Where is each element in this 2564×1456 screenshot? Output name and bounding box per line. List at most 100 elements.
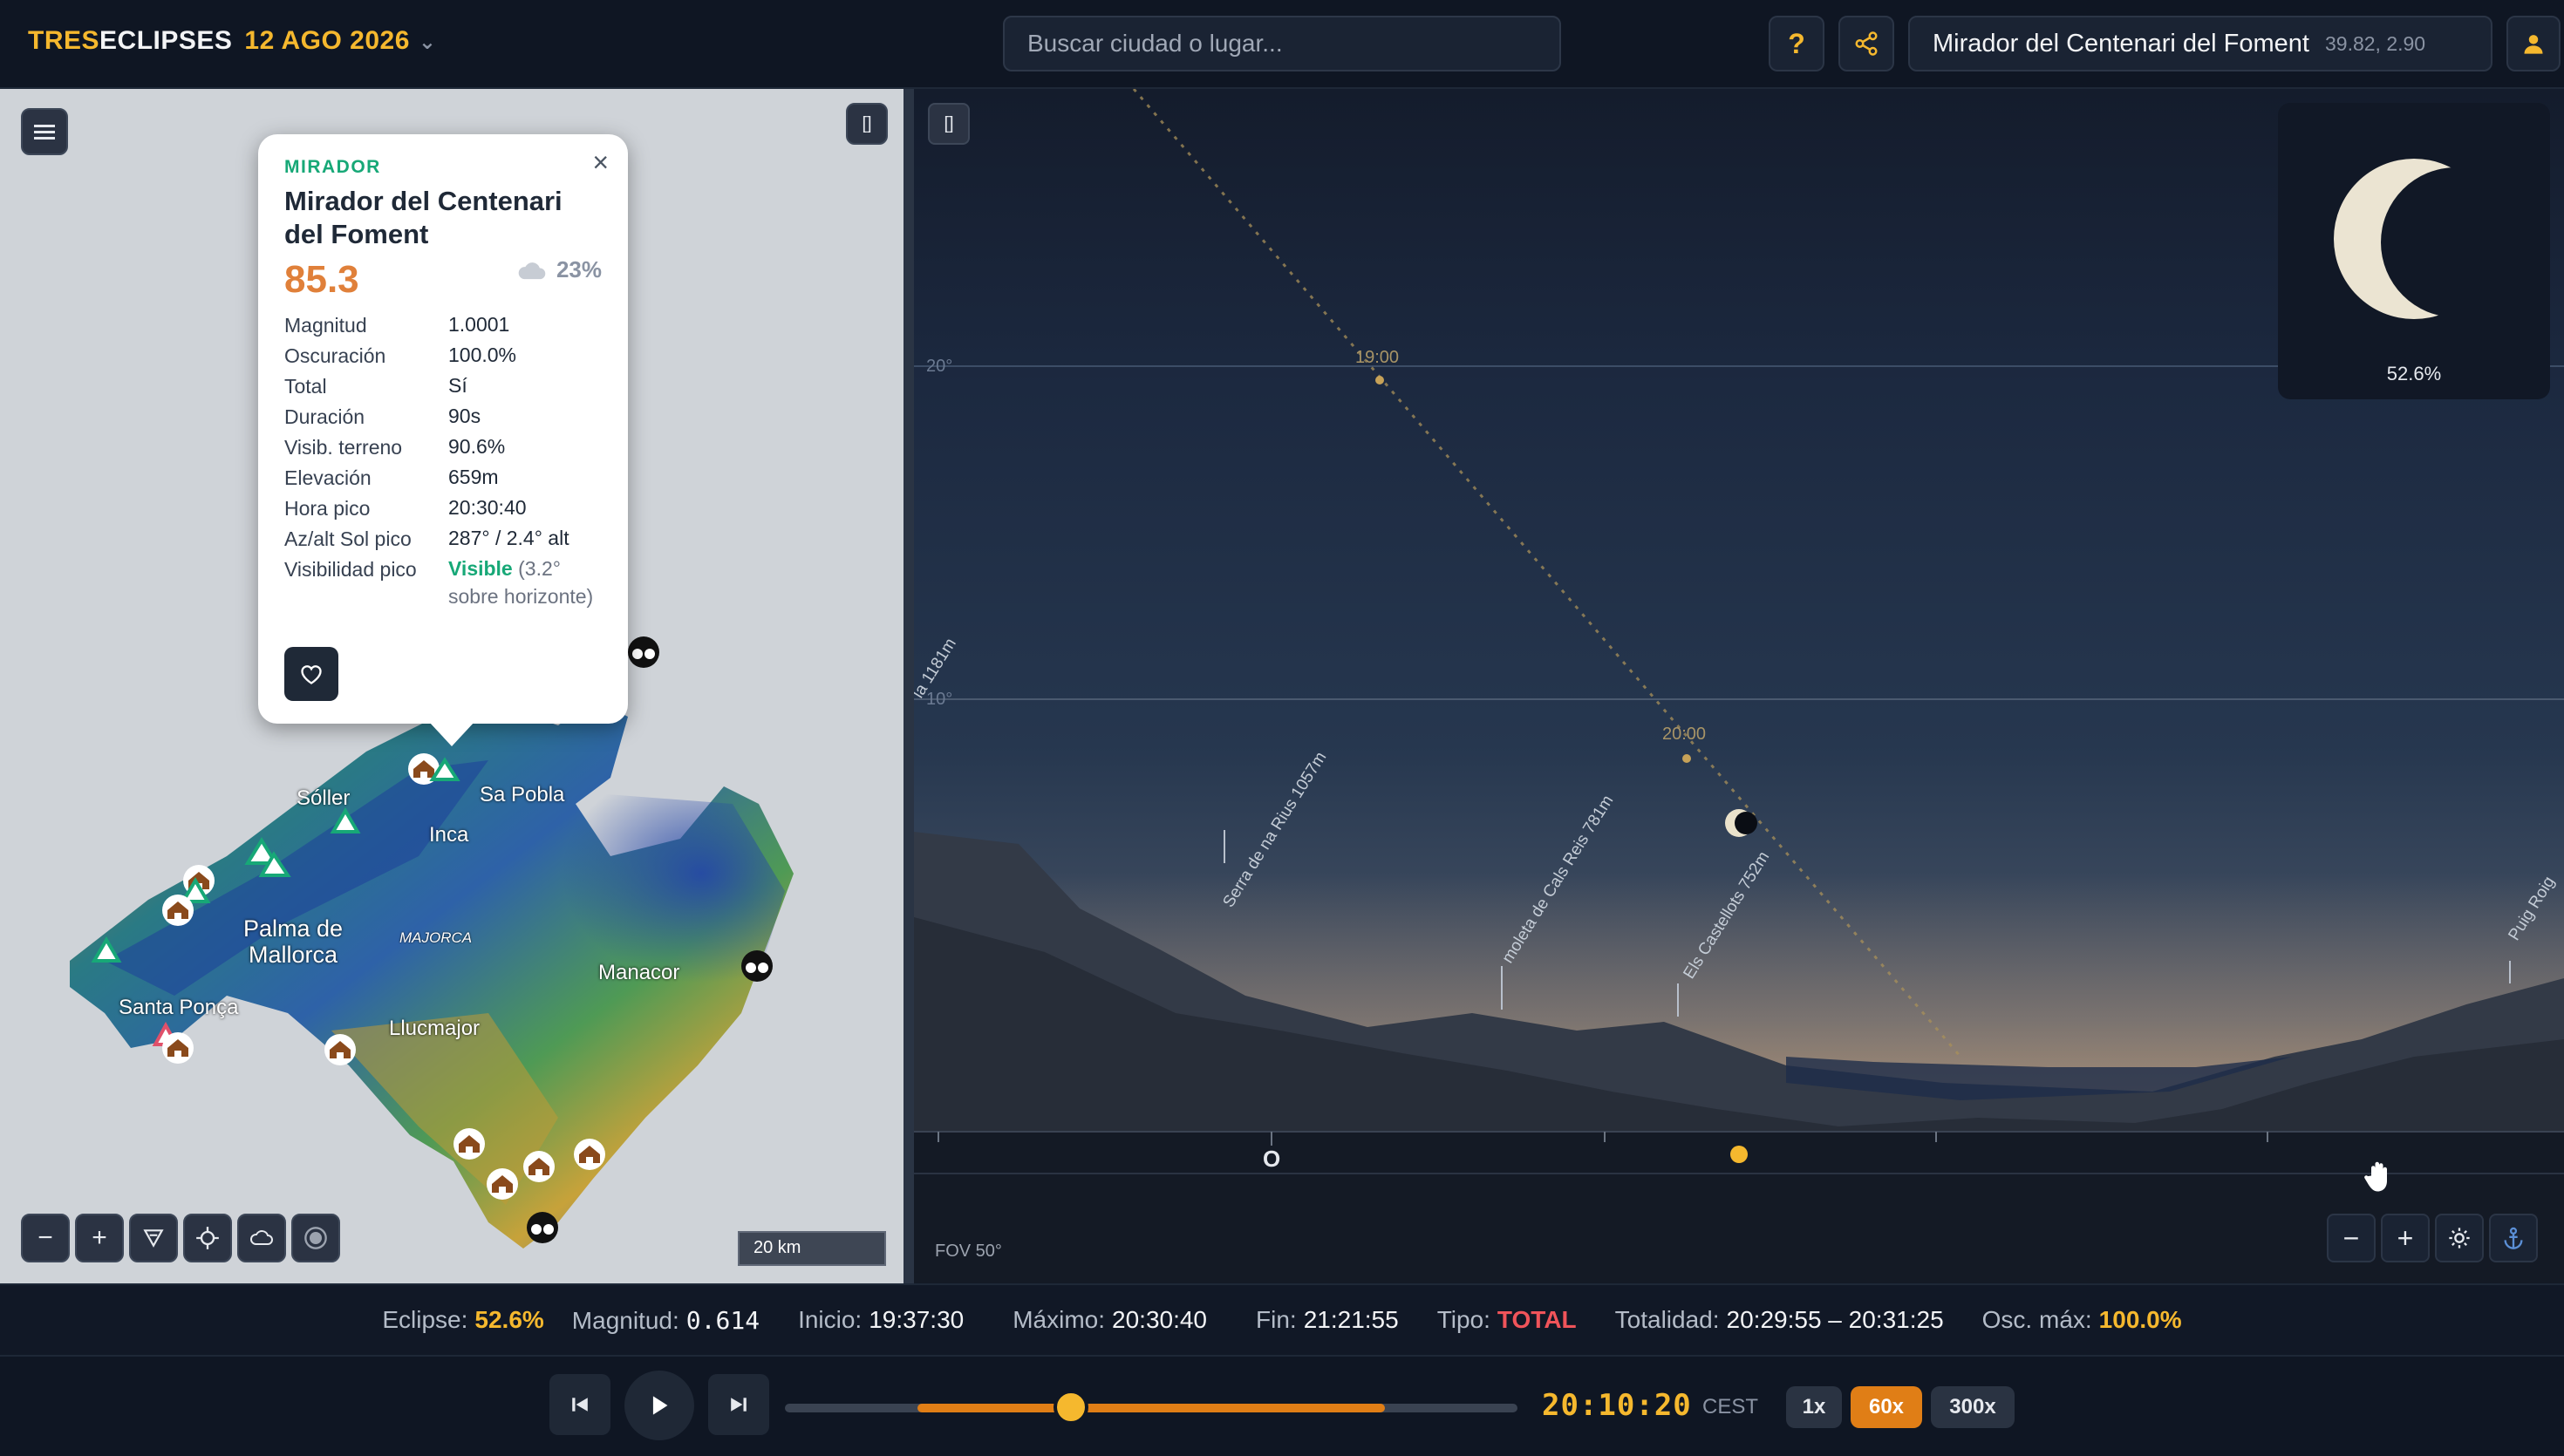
current-time: 20:10:20 [1542,1388,1692,1423]
speed-300x-button[interactable]: 300x [1931,1386,2015,1428]
sun-path-marker [1682,754,1691,763]
heart-icon [301,665,322,684]
layer-button[interactable] [291,1214,340,1262]
locate-button[interactable] [183,1214,232,1262]
speed-60x-button[interactable]: 60x [1851,1386,1922,1428]
mountain-icon[interactable] [330,807,361,833]
house-icon[interactable] [487,1168,518,1200]
eclipse-preview: 52.6% [2278,103,2550,399]
detail-row: Elevación 659m [284,466,499,489]
eclipse-date[interactable]: 12 AGO 2026 [244,26,410,55]
zoom-out-button[interactable]: − [21,1214,70,1262]
skip-back-icon [572,1398,588,1412]
user-button[interactable] [2506,16,2561,71]
detail-row: Duración 90s [284,405,481,428]
brightness-button[interactable] [2435,1214,2484,1262]
app-logo[interactable]: TRESECLIPSES 12 AGO 2026 ⌄ [28,26,437,56]
logo-tres: TRES [28,26,100,55]
share-button[interactable] [1838,16,1894,71]
clouds-button[interactable] [237,1214,286,1262]
house-icon[interactable] [324,1034,356,1065]
logo-eclipses: ECLIPSES [99,26,233,55]
time-label: 19:00 [1355,348,1399,367]
cloud-icon [518,262,546,279]
house-icon[interactable] [523,1151,555,1182]
sun-icon [2449,1228,2470,1248]
speed-1x-button[interactable]: 1x [1786,1386,1842,1428]
info-tipo: Tipo: TOTAL [1436,1306,1577,1333]
sun-path-marker [1375,376,1384,384]
map-expand-button[interactable]: [] [846,103,888,145]
search-input[interactable] [1003,16,1561,71]
popup-title: Mirador del Centenari del Foment [284,186,563,249]
play-button[interactable] [624,1371,694,1440]
help-icon: ? [1788,27,1805,59]
detail-row: Total Sí [284,374,467,398]
filter-icon [143,1229,164,1248]
help-button[interactable]: ? [1769,16,1824,71]
location-popup: × MIRADOR Mirador del Centenari del Fome… [258,134,628,746]
zoom-in-button[interactable]: + [75,1214,124,1262]
timezone-label: CEST [1702,1395,1759,1419]
detail-row: Az/alt Sol pico 287° / 2.4° alt [284,527,569,550]
info-inicio: Inicio: 19:37:30 [798,1306,965,1333]
sky-zoom-out-button[interactable]: − [2327,1214,2376,1262]
info-totalidad: Totalidad: 20:29:55 – 20:31:25 [1614,1306,1944,1333]
altitude-label: 20° [926,357,952,376]
user-icon [2524,35,2543,54]
filter-button[interactable] [129,1214,178,1262]
info-osc-max: Osc. máx: 100.0% [1981,1306,2182,1333]
cloud-icon [250,1230,273,1245]
anchor-icon [2504,1227,2523,1249]
detail-row: Hora pico 20:30:40 [284,496,527,520]
house-icon[interactable] [453,1128,485,1160]
popup-details: Magnitud 1.0001 Oscuración 100.0% Total Sí … [284,310,602,610]
skip-forward-button[interactable] [708,1374,769,1435]
cloud-percent: 23% [556,256,602,282]
hand-icon[interactable] [2363,1160,2395,1199]
house-icon[interactable] [162,1032,194,1064]
mountain-icon[interactable] [91,936,122,963]
skip-back-button[interactable] [549,1374,610,1435]
crosshair-icon [196,1227,219,1249]
sun-azimuth-marker [1730,1146,1748,1163]
eclipsed-sun[interactable] [1735,812,1757,834]
detail-row: Visib. terreno 90.6% [284,435,506,459]
fov-label: FOV 50° [935,1242,1002,1261]
popup-type: MIRADOR [284,157,381,177]
map-scale: 20 km [738,1231,886,1266]
house-icon[interactable] [162,895,194,926]
eclipse-info-bar: Eclipse: 52.6% Magnitud: 0.614 Inicio: 19:3… [0,1283,2564,1357]
info-maximo: Máximo: 20:30:40 [1013,1306,1208,1333]
target-icon [304,1227,327,1249]
menu-button[interactable] [21,108,68,155]
location-name: Mirador del Centenari del Foment [1933,29,2309,58]
sky-zoom-in-button[interactable]: + [2381,1214,2430,1262]
info-eclipse: Eclipse: 52.6% [382,1306,544,1333]
location-coords: 39.82, 2.90 [2324,31,2426,55]
info-magnitud: Magnitud: 0.614 [571,1305,760,1335]
timeline-eclipse-range [917,1404,1385,1412]
info-fin: Fin: 21:21:55 [1256,1306,1399,1333]
time-label: 20:00 [1662,725,1706,744]
detail-row: Visibilidad pico Visible (3.2° sobre hor… [284,557,594,608]
binoculars-icon[interactable] [741,950,773,982]
panel-divider[interactable] [904,89,914,1283]
hamburger-icon [34,125,55,139]
chevron-down-icon[interactable]: ⌄ [419,31,437,54]
skip-forward-icon [731,1398,747,1412]
share-icon [1855,31,1878,56]
preview-percent: 52.6% [2386,363,2442,384]
play-icon [652,1396,668,1415]
anchor-button[interactable] [2489,1214,2538,1262]
location-selector[interactable]: Mirador del Centenari del Foment 39.82, … [1908,16,2492,71]
sky-expand-button[interactable]: [] [928,103,970,145]
detail-row: Magnitud 1.0001 [284,313,510,337]
cloud-cover: 23% [515,256,602,283]
favorite-button[interactable] [284,647,338,701]
close-icon[interactable]: × [592,146,609,179]
house-icon[interactable] [574,1139,605,1170]
binoculars-icon[interactable] [628,636,659,668]
timeline-handle[interactable] [1053,1390,1088,1425]
binoculars-icon[interactable] [527,1212,558,1243]
